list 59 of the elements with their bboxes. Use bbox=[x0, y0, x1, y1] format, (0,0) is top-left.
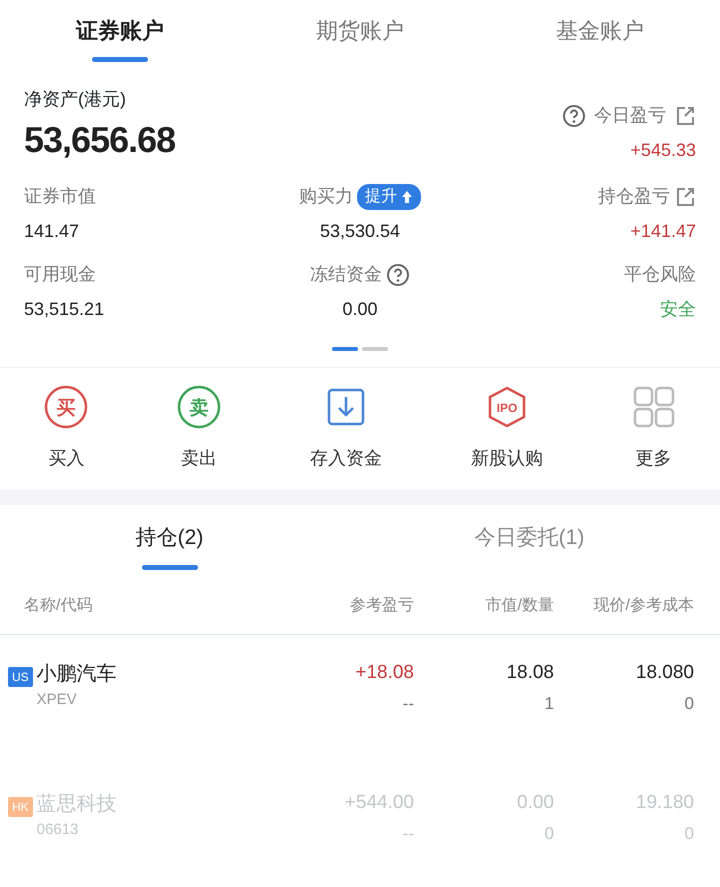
grid-icon bbox=[632, 385, 676, 429]
table-cell-text: 0 bbox=[684, 823, 694, 845]
net-assets-value: 53,656.68 bbox=[24, 118, 176, 162]
stock-code: XPEV bbox=[36, 690, 78, 710]
boost-button[interactable]: 提升 bbox=[357, 184, 421, 210]
column-header: 市值/数量 bbox=[486, 596, 554, 614]
tab-underline bbox=[142, 564, 198, 570]
action-button[interactable]: 卖 卖出 bbox=[132, 384, 266, 473]
metric-label: 持仓盈亏 bbox=[598, 185, 670, 208]
metric-label: 证券市值 bbox=[24, 185, 96, 208]
account-tab[interactable]: 期货账户 bbox=[316, 0, 404, 47]
column-header: 名称/代码 bbox=[24, 596, 92, 614]
table-cell-text: +544.00 bbox=[344, 790, 414, 814]
market-tag: US bbox=[8, 666, 33, 686]
column-header: 参考盈亏 bbox=[350, 596, 414, 614]
tab-underline bbox=[92, 57, 148, 62]
net-assets-label: 净资产(港元) bbox=[24, 88, 127, 111]
action-button[interactable]: IPO 新股认购 bbox=[426, 384, 588, 473]
page-indicator[interactable] bbox=[332, 347, 358, 351]
stock-name: 蓝思科技 bbox=[36, 792, 117, 816]
metric-value: 53,515.21 bbox=[24, 298, 104, 321]
metric-label: 平仓风险 bbox=[624, 263, 696, 286]
table-cell-text: 18.080 bbox=[636, 660, 694, 684]
page-indicator[interactable] bbox=[362, 347, 388, 351]
market-tag: HK bbox=[8, 796, 33, 816]
holdings-tab[interactable]: 今日委托(1) bbox=[468, 521, 590, 554]
action-button[interactable]: 存入资金 bbox=[266, 384, 426, 473]
stock-code: 06613 bbox=[36, 820, 80, 840]
table-cell-text: +18.08 bbox=[355, 660, 414, 684]
column-header: 现价/参考成本 bbox=[594, 596, 694, 614]
metric-label: 冻结资金 bbox=[310, 263, 382, 286]
table-cell-text: 19.180 bbox=[636, 790, 694, 814]
share-icon bbox=[674, 104, 696, 126]
metric-value: 安全 bbox=[660, 298, 696, 321]
today-pnl-label: 今日盈亏 bbox=[594, 104, 666, 127]
table-cell-text: -- bbox=[402, 823, 414, 845]
metric-label: 购买力 bbox=[299, 185, 353, 208]
table-cell-text: 1 bbox=[544, 693, 554, 715]
sell-icon: 卖 bbox=[177, 385, 222, 429]
metric-value: 53,530.54 bbox=[320, 220, 400, 243]
action-button[interactable]: 买 买入 bbox=[0, 384, 133, 473]
metric-value: 0.00 bbox=[342, 298, 378, 321]
action-button[interactable]: 更多 bbox=[587, 384, 720, 473]
account-tab[interactable]: 基金账户 bbox=[556, 0, 644, 47]
table-cell-text: 0.00 bbox=[517, 790, 554, 814]
today-pnl-value: +545.33 bbox=[630, 139, 696, 162]
metric-label: 可用现金 bbox=[24, 263, 96, 286]
table-cell-text: 0 bbox=[544, 823, 554, 845]
account-tab[interactable]: 证券账户 bbox=[76, 0, 164, 47]
metric-value: 141.47 bbox=[24, 220, 80, 243]
table-cell-text: 18.08 bbox=[506, 660, 554, 684]
table-cell-text: 0 bbox=[684, 693, 694, 715]
table-cell-text: -- bbox=[402, 693, 414, 715]
holdings-tab[interactable]: 持仓(2) bbox=[130, 521, 210, 554]
buy-icon: 买 bbox=[44, 385, 88, 429]
stock-name: 小鹏汽车 bbox=[36, 662, 117, 686]
help-icon bbox=[562, 104, 586, 128]
up-arrow-icon bbox=[401, 190, 413, 204]
metric-value: +141.47 bbox=[630, 220, 696, 243]
